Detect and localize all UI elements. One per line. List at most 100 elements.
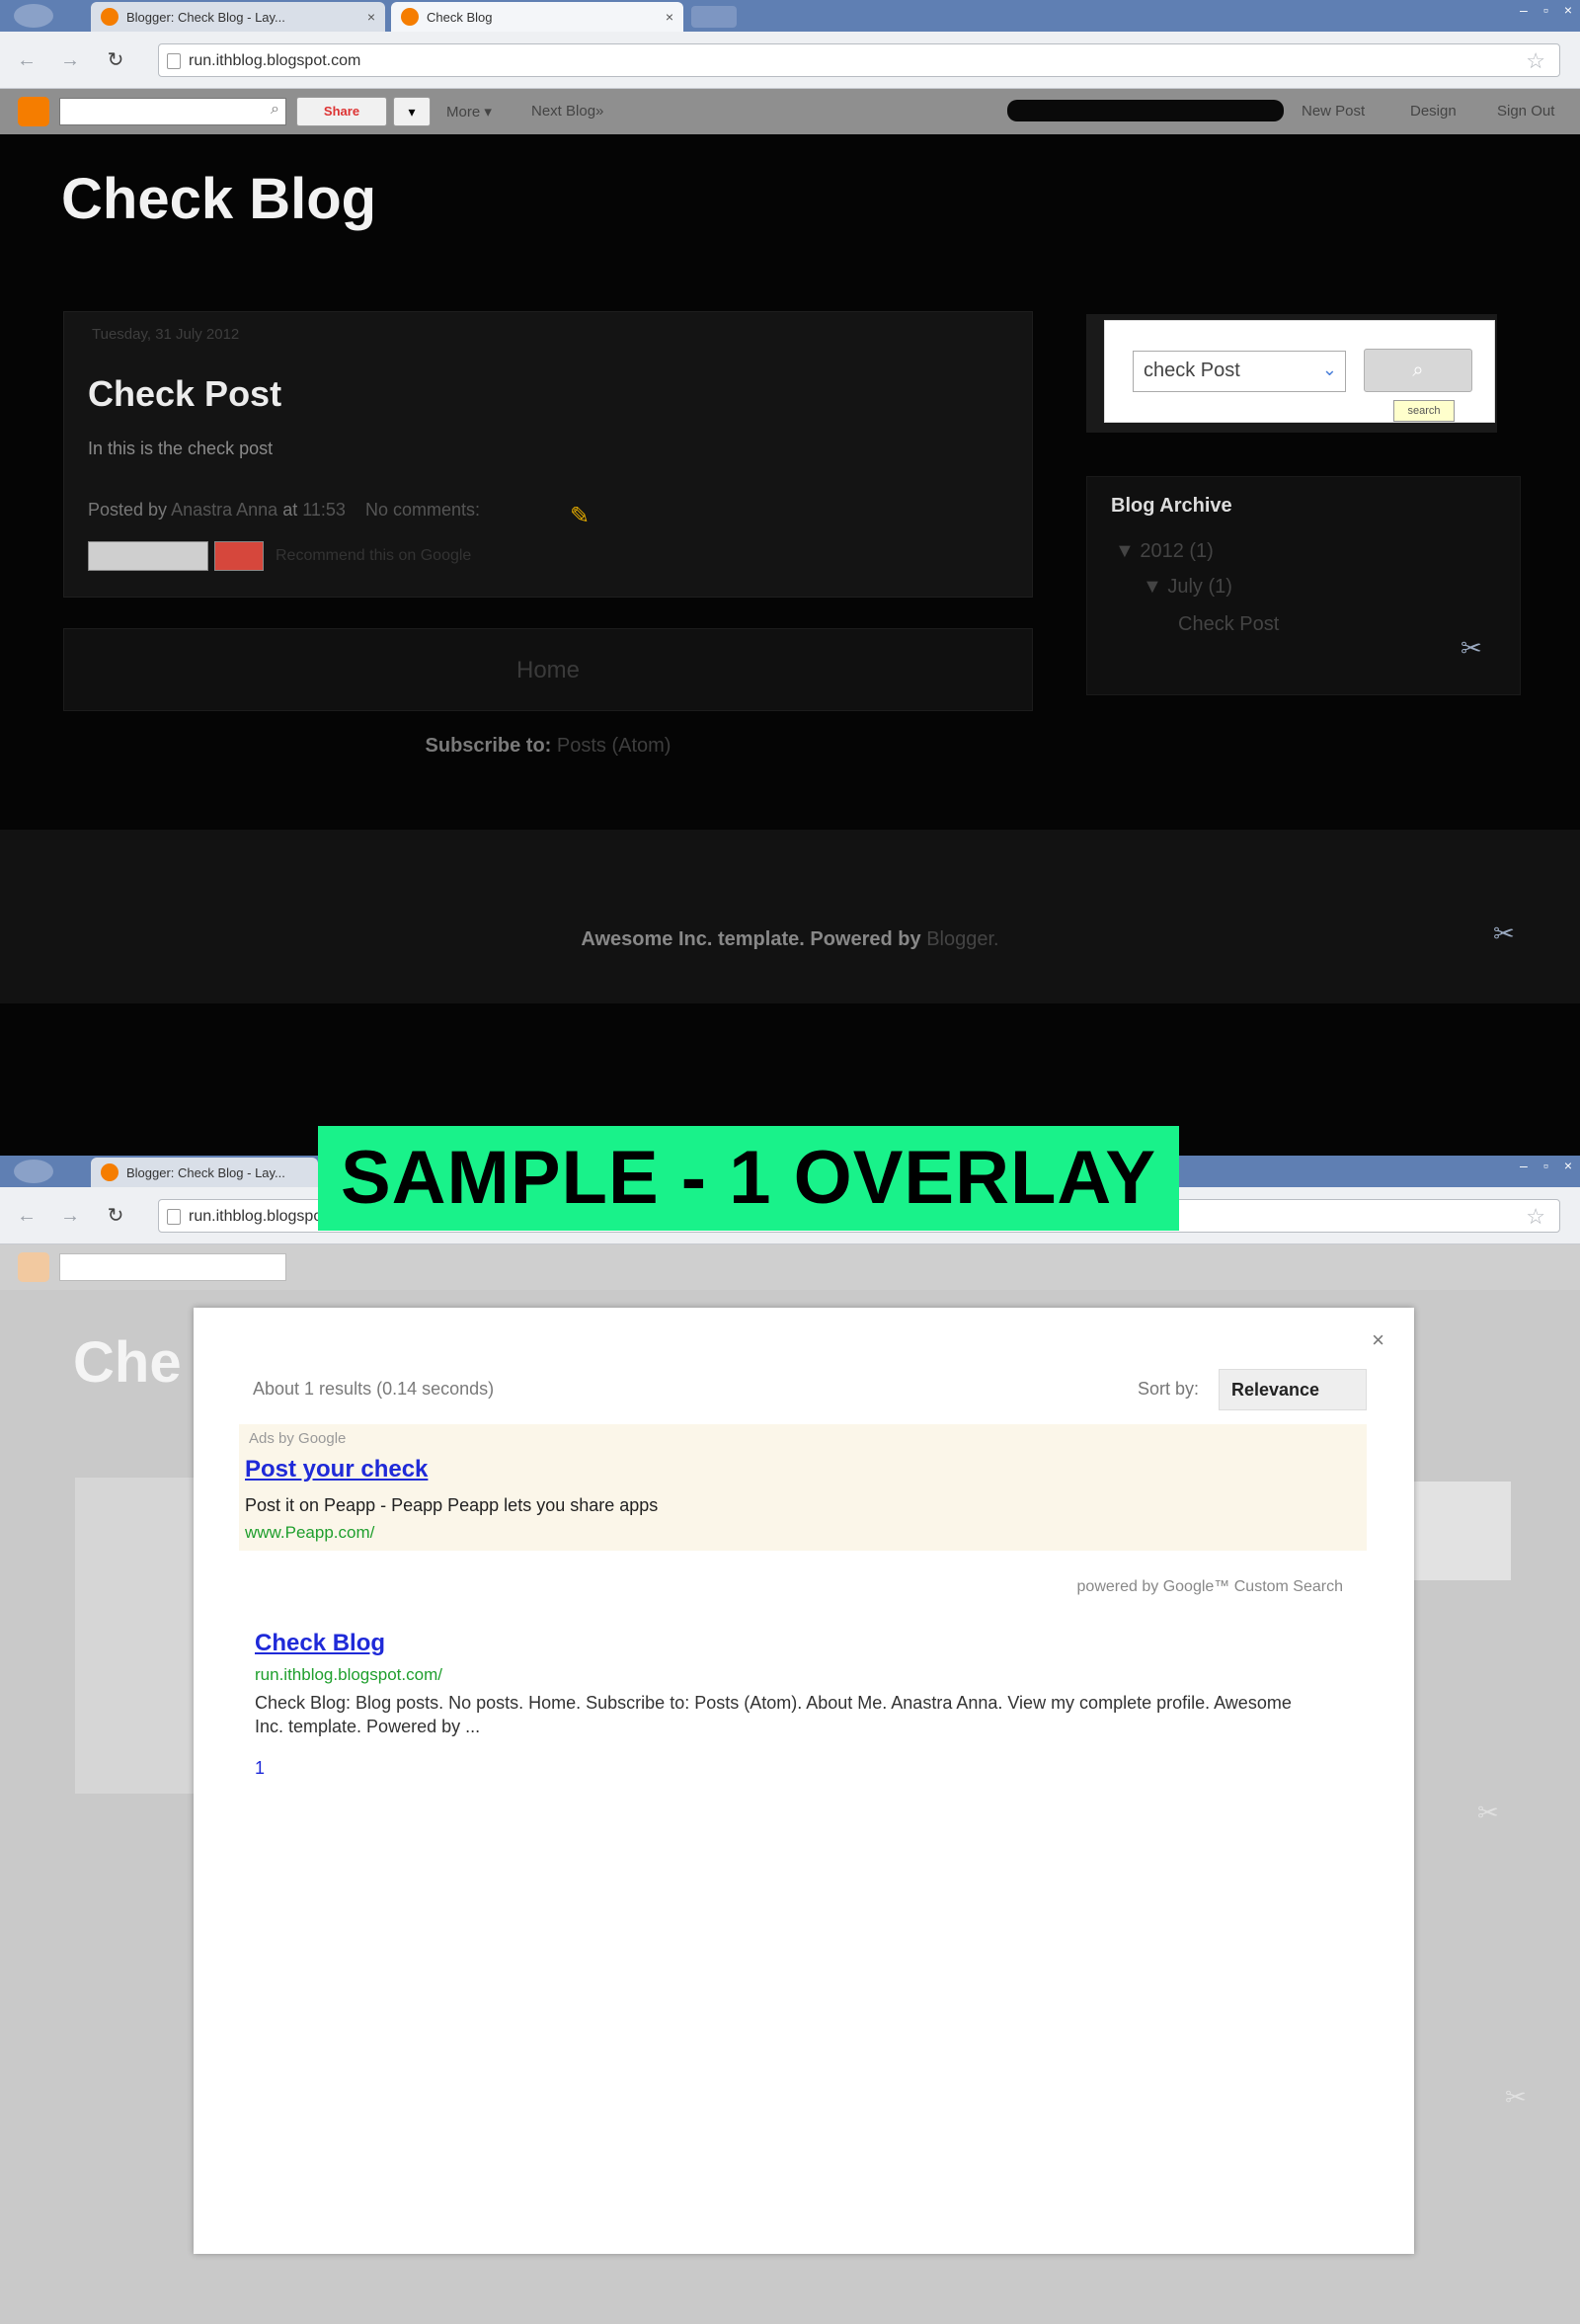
- layout-tool-icon[interactable]: ✂: [1461, 633, 1482, 664]
- dropdown-arrow-icon[interactable]: ⌄: [1322, 360, 1337, 380]
- page-icon: [167, 53, 181, 69]
- search-value: check Post: [1144, 360, 1240, 381]
- blog-title[interactable]: Check Blog: [61, 166, 376, 232]
- sign-out-link[interactable]: Sign Out: [1497, 103, 1554, 120]
- search-button[interactable]: ⌕: [1364, 349, 1472, 392]
- sample-overlay-label: SAMPLE - 1 OVERLAY: [318, 1126, 1179, 1231]
- blogger-icon: [401, 8, 419, 26]
- email-share-button[interactable]: [88, 541, 208, 571]
- archive-month-toggle[interactable]: ▼ July (1): [1143, 576, 1232, 599]
- close-window-icon[interactable]: ×: [1564, 2, 1572, 18]
- maximize-icon[interactable]: ▫: [1543, 1158, 1548, 1173]
- blogger-logo-icon[interactable]: [18, 97, 49, 126]
- reload-icon[interactable]: ↻: [103, 47, 128, 73]
- new-post-link[interactable]: New Post: [1302, 103, 1365, 120]
- window-controls: – ▫ ×: [1520, 1158, 1572, 1173]
- share-button[interactable]: Share: [296, 97, 387, 126]
- browser-menu-icon[interactable]: [14, 1160, 53, 1183]
- archive-post-link[interactable]: Check Post: [1178, 613, 1279, 636]
- bookmark-star-icon[interactable]: ☆: [1526, 48, 1545, 74]
- sponsored-ad: Ads by Google Post your check Post it on…: [239, 1424, 1367, 1551]
- tab-strip: Blogger: Check Blog - Lay... × Check Blo…: [0, 0, 1580, 32]
- blog-search-input[interactable]: check Post ⌄: [1133, 351, 1346, 392]
- post-footer: Posted by Anastra Anna at 11:53 No comme…: [88, 500, 480, 521]
- result-count: About 1 results (0.14 seconds): [253, 1379, 495, 1399]
- home-link[interactable]: Home: [63, 628, 1033, 711]
- google-plus-button[interactable]: [214, 541, 264, 571]
- result-title-link[interactable]: Check Blog: [255, 1630, 385, 1657]
- reload-icon[interactable]: ↻: [103, 1203, 128, 1229]
- screenshot-search-overlay: Blogger: Check Blog - Lay... – ▫ × ← → ↻…: [0, 1156, 1580, 2324]
- post-panel: Tuesday, 31 July 2012 Check Post In this…: [63, 311, 1033, 598]
- subscribe-line: Subscribe to: Posts (Atom): [0, 735, 1096, 758]
- blogger-link[interactable]: Blogger.: [926, 928, 998, 950]
- footer-text: Awesome Inc. template. Powered by Blogge…: [0, 928, 1580, 951]
- post-body: In this is the check post: [88, 439, 274, 458]
- archive-year-toggle[interactable]: ▼ 2012 (1): [1115, 540, 1214, 563]
- close-icon[interactable]: ×: [367, 9, 375, 25]
- share-more-button[interactable]: ▾: [393, 97, 431, 126]
- search-widget-box: check Post ⌄ ⌕ search: [1104, 320, 1495, 423]
- author-link[interactable]: Anastra Anna: [171, 500, 277, 520]
- layout-tool-icon[interactable]: ✂: [1505, 2082, 1527, 2113]
- tab-blogger[interactable]: Blogger: Check Blog - Lay...: [91, 1158, 318, 1187]
- background-search-widget: [1412, 1482, 1511, 1580]
- layout-tool-icon[interactable]: ✂: [1493, 919, 1515, 949]
- minimize-icon[interactable]: –: [1520, 2, 1528, 18]
- comments-link[interactable]: No comments:: [365, 500, 480, 520]
- background-blog-title: Che: [73, 1330, 182, 1395]
- blog-archive-panel: Blog Archive ▼ 2012 (1) ▼ July (1) Check…: [1086, 476, 1521, 695]
- posted-at-label: at: [282, 500, 298, 520]
- next-blog-link[interactable]: Next Blog»: [531, 103, 603, 120]
- subscribe-label: Subscribe to:: [425, 735, 552, 757]
- navbar-search-input[interactable]: [59, 1253, 286, 1281]
- blogger-navbar: ⌕ Share ▾ More ▾ Next Blog» New Post Des…: [0, 89, 1580, 134]
- sort-select[interactable]: Relevance: [1219, 1369, 1367, 1410]
- forward-arrow-icon[interactable]: →: [57, 1203, 83, 1229]
- search-widget: check Post ⌄ ⌕ search: [1086, 314, 1497, 433]
- layout-tool-icon[interactable]: ✂: [1477, 1798, 1499, 1828]
- address-bar[interactable]: run.ithblog.blogspot.com ☆: [158, 43, 1560, 77]
- tab-title: Check Blog: [427, 9, 493, 25]
- navbar-search-input[interactable]: ⌕: [59, 98, 286, 125]
- close-window-icon[interactable]: ×: [1564, 1158, 1572, 1173]
- tab-blogger[interactable]: Blogger: Check Blog - Lay... ×: [91, 2, 385, 32]
- close-icon[interactable]: ×: [666, 9, 673, 25]
- page-1-link[interactable]: 1: [255, 1758, 265, 1779]
- browser-menu-icon[interactable]: [14, 4, 53, 28]
- result-url[interactable]: run.ithblog.blogspot.com/: [255, 1665, 442, 1685]
- bookmark-star-icon[interactable]: ☆: [1526, 1204, 1545, 1230]
- post-time-link[interactable]: 11:53: [302, 500, 346, 520]
- search-icon[interactable]: ⌕: [271, 101, 279, 119]
- tab-title: Blogger: Check Blog - Lay...: [126, 9, 285, 25]
- template-label: Awesome Inc. template.: [581, 928, 805, 950]
- blogger-logo-icon[interactable]: [18, 1252, 49, 1282]
- maximize-icon[interactable]: ▫: [1543, 2, 1548, 18]
- sort-label: Sort by:: [1138, 1379, 1200, 1399]
- back-arrow-icon[interactable]: ←: [14, 47, 40, 73]
- posted-by-label: Posted by: [88, 500, 168, 520]
- more-link[interactable]: More ▾: [446, 103, 492, 120]
- powered-by-note: powered by Google™ Custom Search: [1076, 1578, 1343, 1595]
- minimize-icon[interactable]: –: [1520, 1158, 1528, 1173]
- new-tab-button[interactable]: [691, 6, 737, 28]
- recommend-text: Recommend this on Google: [276, 547, 472, 564]
- archive-title: Blog Archive: [1111, 495, 1232, 517]
- search-results-overlay: × About 1 results (0.14 seconds) Sort by…: [194, 1308, 1414, 2254]
- design-link[interactable]: Design: [1410, 103, 1457, 120]
- forward-arrow-icon[interactable]: →: [57, 47, 83, 73]
- blogger-icon: [101, 1163, 118, 1181]
- browser-toolbar: ← → ↻ run.ithblog.blogspot.com ☆: [0, 32, 1580, 89]
- close-icon[interactable]: ×: [1372, 1327, 1384, 1353]
- posts-atom-link[interactable]: Posts (Atom): [557, 735, 672, 757]
- edit-pencil-icon[interactable]: ✎: [570, 502, 590, 530]
- search-tooltip: search: [1393, 400, 1455, 422]
- post-title[interactable]: Check Post: [88, 373, 281, 415]
- ad-description: Post it on Peapp - Peapp Peapp lets you …: [245, 1495, 659, 1515]
- ad-title-link[interactable]: Post your check: [245, 1456, 428, 1483]
- tab-check-blog[interactable]: Check Blog ×: [391, 2, 683, 32]
- post-date: Tuesday, 31 July 2012: [92, 326, 240, 343]
- back-arrow-icon[interactable]: ←: [14, 1203, 40, 1229]
- blogger-navbar: [0, 1244, 1580, 1290]
- ad-url[interactable]: www.Peapp.com/: [245, 1523, 374, 1543]
